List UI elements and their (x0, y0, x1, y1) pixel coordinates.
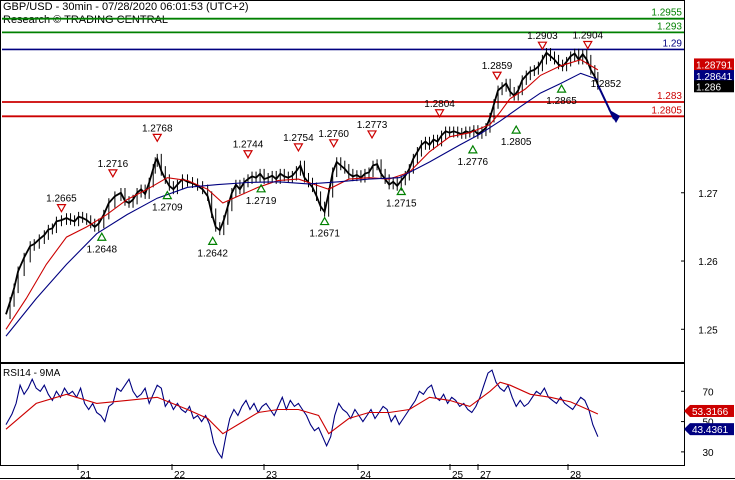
swing-high-marker (293, 143, 304, 153)
swing-high-label: 1.2665 (46, 194, 77, 205)
swing-low-marker (556, 83, 567, 93)
level-label: 1.2955 (651, 8, 682, 19)
rsi-line (5, 369, 599, 460)
swing-high-label: 1.2760 (318, 129, 349, 140)
price-axis-label: 1.28791 (696, 60, 733, 71)
swing-high-label: 1.2716 (98, 159, 129, 170)
swing-high-marker (366, 130, 378, 140)
ma-fast-line (5, 59, 599, 330)
swing-high-marker (56, 204, 67, 213)
swing-low-marker (96, 232, 107, 241)
swing-high-marker (328, 139, 339, 149)
rsi-y-tick-label: 70 (702, 387, 714, 398)
swing-high-label: 1.2804 (424, 99, 455, 110)
level-label: 1.2805 (651, 105, 682, 116)
level-label: 1.29 (663, 38, 683, 49)
swing-low-marker (467, 144, 478, 154)
swing-low-label: 1.2805 (501, 137, 532, 148)
swing-high-marker (582, 40, 593, 50)
swing-low-marker (396, 186, 407, 196)
swing-low-label: 1.2642 (197, 248, 228, 259)
swing-high-marker (537, 41, 548, 51)
x-tick-label: 28 (570, 470, 582, 480)
level-label: 1.283 (657, 91, 682, 102)
x-tick-label: 27 (480, 470, 492, 480)
x-tick-label: 22 (174, 470, 186, 480)
x-tick-label: 21 (80, 470, 92, 480)
rsi-panel-frame (0, 363, 685, 466)
swing-high-label: 1.2904 (572, 31, 603, 42)
ma-slow-line (5, 72, 599, 337)
swing-high-label: 1.2744 (233, 140, 264, 151)
level-label: 1.293 (657, 21, 682, 32)
rsi-y-tick-label: 30 (702, 448, 714, 459)
rsi-axis-label: 43.4361 (692, 425, 729, 436)
swing-low-label: 1.2776 (458, 157, 489, 168)
swing-high-marker (107, 169, 118, 179)
target-label: 1.2852 (591, 79, 622, 90)
swing-high-label: 1.2754 (283, 133, 314, 144)
swing-low-label: 1.2865 (546, 96, 577, 107)
swing-low-label: 1.2671 (309, 229, 340, 240)
swing-high-marker (242, 150, 254, 159)
swing-low-label: 1.2648 (86, 244, 117, 255)
x-tick-label: 24 (360, 470, 372, 480)
price-chart: 1.2955 1.293 1.29 1.283 1.2805 1.2665 1.2648 1… (0, 0, 735, 480)
swing-low-marker (207, 236, 218, 245)
swing-low-label: 1.2709 (152, 203, 183, 214)
x-tick-label: 25 (452, 470, 464, 480)
swing-low-label: 1.2719 (246, 196, 277, 207)
swing-high-marker (152, 133, 163, 143)
swing-high-marker (492, 71, 503, 81)
swing-low-marker (511, 124, 522, 134)
rsi-axis-label: 53.3166 (692, 407, 729, 418)
swing-low-marker (319, 216, 330, 226)
swing-high-label: 1.2768 (142, 123, 173, 134)
swing-low-label: 1.2715 (386, 199, 417, 210)
y-tick-label: 1.26 (698, 257, 718, 268)
swing-high-label: 1.2859 (482, 61, 513, 72)
swing-high-label: 1.2903 (527, 31, 558, 42)
price-axis-label: 1.286 (696, 82, 721, 93)
x-tick-label: 23 (266, 470, 278, 480)
y-tick-label: 1.27 (698, 189, 718, 200)
y-tick-label: 1.25 (698, 325, 718, 336)
swing-high-label: 1.2773 (357, 120, 388, 131)
